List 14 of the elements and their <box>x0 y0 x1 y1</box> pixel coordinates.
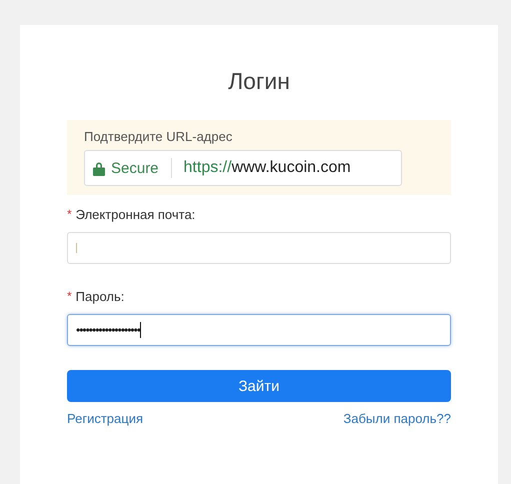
lock-icon <box>93 160 105 176</box>
password-field[interactable]: •••••••••••••••••••• <box>67 314 451 346</box>
page-title: Логин <box>227 68 291 96</box>
login-button[interactable]: Зайти <box>67 370 451 402</box>
notice-text: Подтвердите URL-адрес <box>84 129 232 144</box>
field-label: Электронная почта: <box>76 206 196 222</box>
secure-label: Secure <box>111 160 159 176</box>
url-text: https://www.kucoin.com <box>184 159 351 177</box>
required-mark: * <box>67 207 72 221</box>
forgot-password-link[interactable]: Забыли пароль?? <box>343 411 451 426</box>
field-label: Пароль: <box>76 288 124 304</box>
required-mark: * <box>67 289 72 303</box>
register-link[interactable]: Регистрация <box>67 411 143 426</box>
email-field[interactable] <box>67 232 451 264</box>
